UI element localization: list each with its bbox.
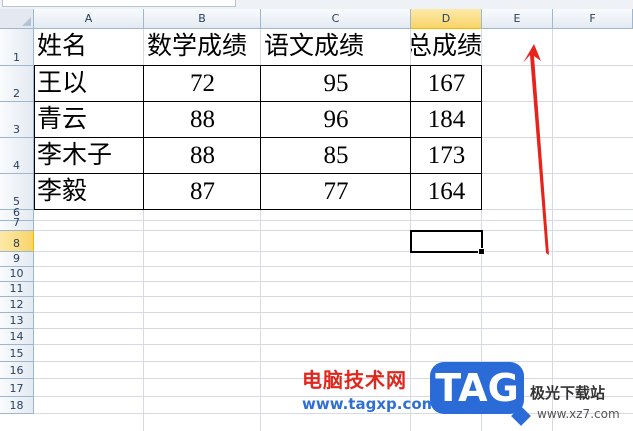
watermark-site-name: 电脑技术网: [302, 368, 407, 392]
watermark-site-name-2: 极光下载站: [530, 384, 606, 402]
watermark-tag-badge: TAG: [430, 362, 524, 414]
watermark-site-url: www.tagxp.com: [302, 395, 438, 413]
watermark-site-url-2: www.xz7.com: [537, 407, 620, 421]
